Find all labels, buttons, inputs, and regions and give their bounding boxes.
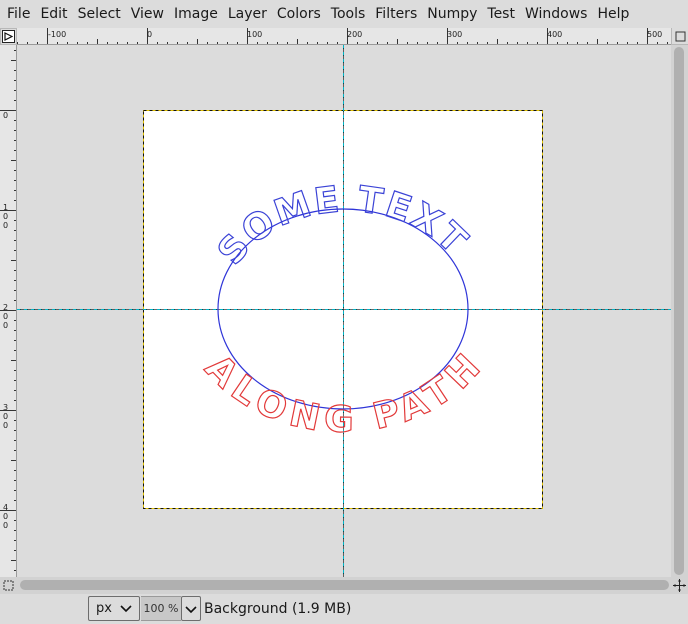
quick-mask-toggle-button[interactable]	[0, 577, 17, 594]
statusbar: px 100 % Background (1.9 MB)	[0, 594, 688, 624]
ruler-top-label: 300	[447, 30, 462, 39]
layer-info-text: Background (1.9 MB)	[204, 601, 352, 617]
chevron-down-icon	[120, 605, 132, 613]
ruler-left-label: 200	[3, 303, 8, 330]
menu-test[interactable]: Test	[482, 0, 520, 28]
menu-help[interactable]: Help	[592, 0, 634, 28]
chevron-down-icon	[185, 605, 197, 613]
horizontal-ruler[interactable]: -100 0 100 200 300 400 500	[17, 28, 671, 45]
menu-numpy[interactable]: Numpy	[422, 0, 482, 28]
vertical-ruler[interactable]: 0 100 200 300 400	[0, 45, 17, 577]
menu-file[interactable]: File	[2, 0, 35, 28]
menu-colors[interactable]: Colors	[272, 0, 326, 28]
menu-image[interactable]: Image	[169, 0, 223, 28]
navigate-button[interactable]	[671, 577, 688, 594]
ruler-top-label: 500	[647, 30, 662, 39]
ruler-left-label: 100	[3, 203, 8, 230]
ruler-top-label: 200	[347, 30, 362, 39]
horizontal-scrollbar-thumb[interactable]	[20, 580, 669, 590]
navigate-crosshair-icon	[673, 579, 686, 592]
ruler-top-label: 100	[247, 30, 262, 39]
zoom-fit-icon	[675, 31, 685, 41]
ruler-left-label: 300	[3, 403, 8, 430]
menu-view[interactable]: View	[126, 0, 169, 28]
vertical-scrollbar-thumb[interactable]	[674, 47, 684, 575]
horizontal-scrollbar[interactable]	[0, 577, 688, 594]
menu-layer[interactable]: Layer	[223, 0, 272, 28]
vertical-scrollbar[interactable]	[671, 45, 688, 577]
ruler-top-label: 400	[547, 30, 562, 39]
zoom-input[interactable]: 100 %	[141, 596, 181, 621]
quick-mask-toggle-icon	[3, 580, 14, 591]
menu-tools[interactable]: Tools	[326, 0, 371, 28]
ruler-left-label: 400	[3, 503, 8, 530]
unit-select[interactable]: px	[88, 596, 140, 621]
zoom-dropdown-button[interactable]	[181, 596, 201, 621]
ruler-top-label: -100	[48, 30, 66, 39]
quick-mask-triangle-icon	[2, 30, 15, 43]
ruler-left-label: 0	[3, 111, 8, 120]
menu-filters[interactable]: Filters	[370, 0, 422, 28]
zoom-value: 100 %	[143, 602, 179, 615]
menu-select[interactable]: Select	[73, 0, 126, 28]
ruler-top-label: 0	[147, 30, 152, 39]
menubar: File Edit Select View Image Layer Colors…	[0, 0, 688, 28]
image-menu-button[interactable]	[0, 28, 17, 45]
zoom-fit-button[interactable]	[671, 28, 688, 45]
menu-windows[interactable]: Windows	[520, 0, 593, 28]
unit-value: px	[96, 601, 112, 616]
menu-edit[interactable]: Edit	[35, 0, 72, 28]
image-canvas[interactable]: SOME TEXT ALONG PATH	[17, 45, 671, 577]
